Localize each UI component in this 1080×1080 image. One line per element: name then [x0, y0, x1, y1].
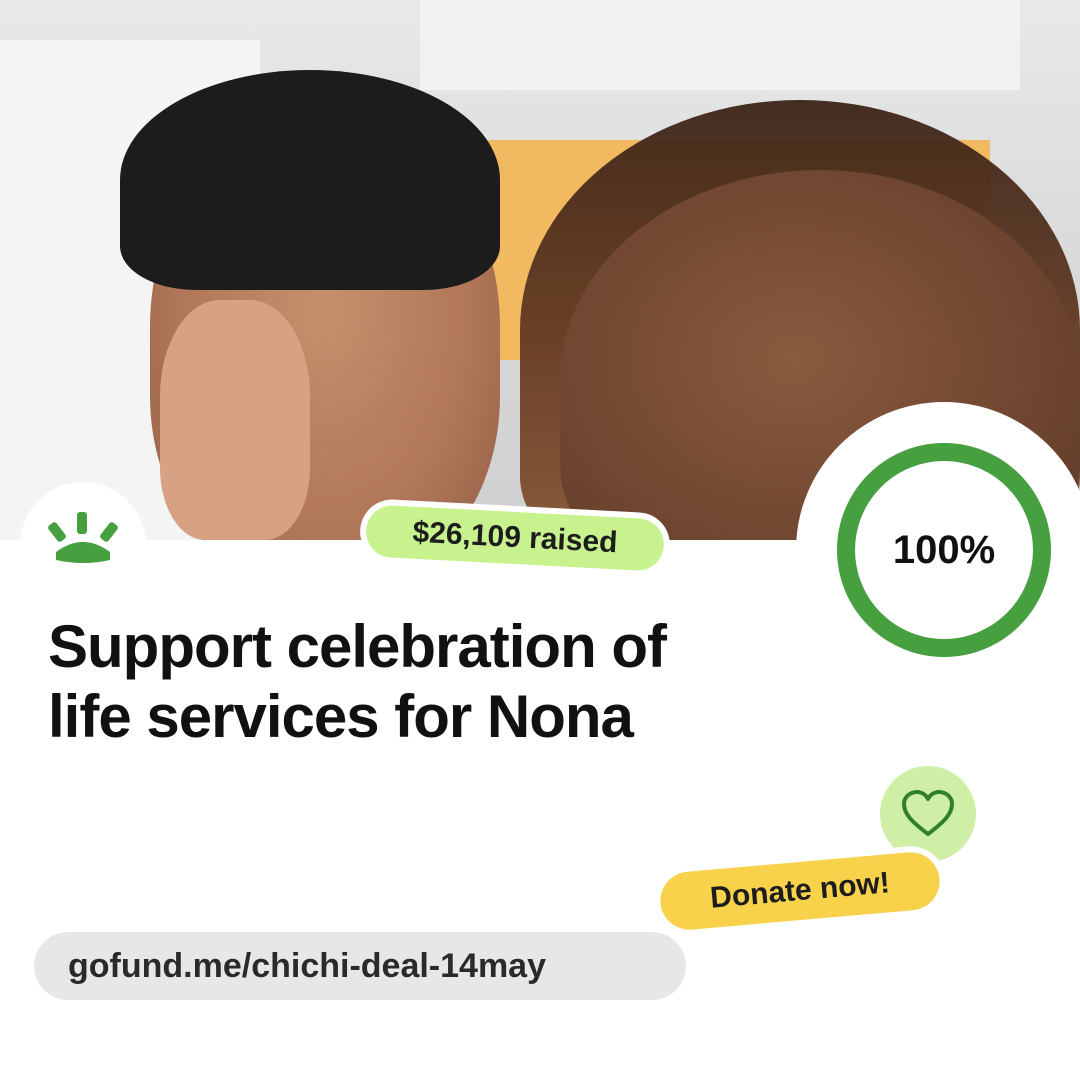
progress-percent: 100% [892, 527, 996, 572]
raised-amount-text: $26,109 raised [364, 504, 666, 572]
campaign-title-line-1: Support celebration of [48, 613, 667, 680]
campaign-title: Support celebration of life services for… [48, 612, 788, 752]
logo-badge [20, 482, 146, 608]
fundraiser-card: $26,109 raised 100% Support celebration … [0, 0, 1080, 1080]
gofundme-sunrise-logo-icon [48, 512, 118, 563]
campaign-url[interactable]: gofund.me/chichi-deal-14may [34, 932, 686, 1000]
background-ceiling [420, 0, 1020, 90]
person-left-hand [160, 300, 310, 540]
campaign-title-line-2: life services for Nona [48, 683, 634, 750]
heart-outline-icon [902, 790, 954, 836]
progress-ring: 100% [796, 402, 1080, 698]
person-left-headwrap [120, 70, 500, 290]
